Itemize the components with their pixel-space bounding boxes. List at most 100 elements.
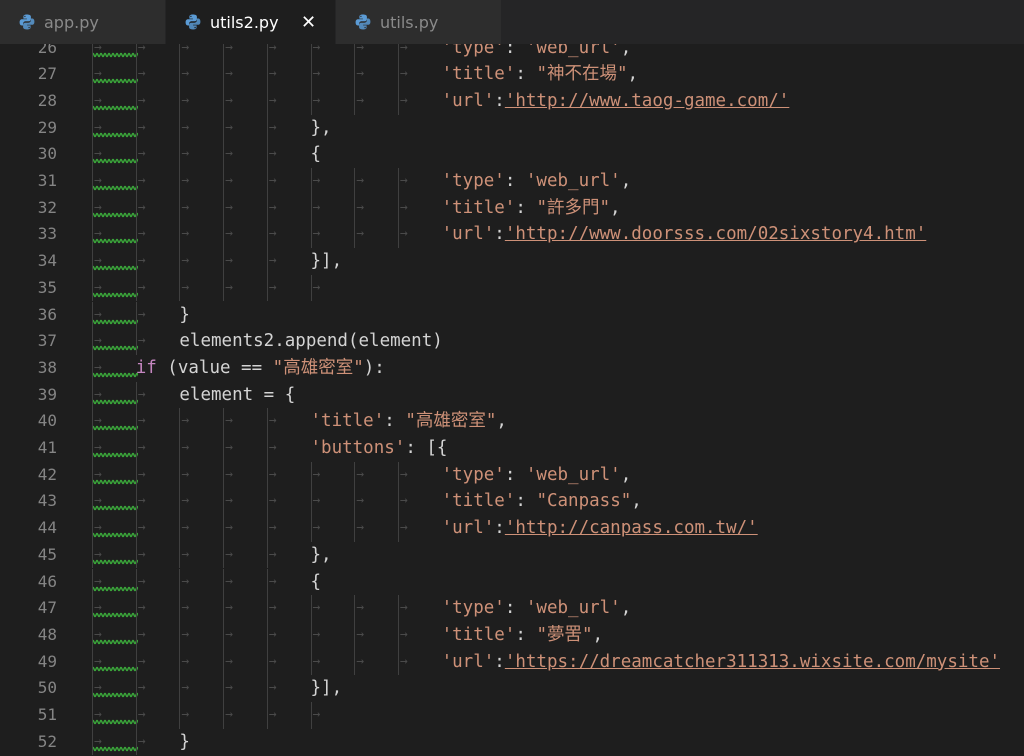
tab-arrow-icon: → [268,44,277,55]
code-line: 31 → → → → → → → → 'type': 'web_url', [0,168,1024,195]
indent-guide [266,702,268,729]
tab-arrow-icon: → [312,466,321,482]
indent-guide [135,61,137,88]
line-number: 47 [37,598,57,618]
code-token: : [494,90,505,111]
close-icon[interactable]: ✕ [301,12,317,33]
tab-arrow-icon: → [181,520,190,536]
code-text: 'type': 'web_url', [442,462,632,489]
tab-arrow-icon: → [312,66,321,82]
tab-arrow-icon: → [94,546,102,562]
indent-guide [92,621,93,649]
tab-arrow-icon: → [399,653,408,669]
indent-guide [310,702,312,729]
tab-arrow-icon: → [268,146,277,162]
code-token: "高雄密室" [272,357,364,378]
code-line: 43 → → → → → → → → 'title': "Canpass", [0,488,1024,516]
code-token: : [515,197,537,218]
indent-guide [266,568,268,596]
indent-guide [223,541,225,569]
code-text: if (value == "高雄密室"): [136,355,385,382]
tab-arrow-icon: → [312,493,321,509]
indent-guide [397,648,399,676]
tab-arrow-icon: → [94,733,102,749]
indent-guide [223,515,225,542]
line-number: 29 [37,117,57,137]
tab-arrow-icon: → [94,680,102,696]
tab-arrow-icon: → [356,520,365,536]
indent-guide [354,515,356,542]
tab-arrow-icon: → [268,253,277,269]
indent-guide [223,621,225,649]
tab-arrow-icon: → [268,493,277,509]
tab-arrow-icon: → [181,440,190,455]
tab-arrow-icon: → [181,466,190,482]
indent-guide [135,435,137,462]
tab-arrow-icon: → [399,626,408,642]
indent-guide [354,621,356,649]
indent-guide [135,621,137,649]
url-link[interactable]: 'http://canpass.com.tw/' [505,518,758,538]
code-token: }, [310,117,332,138]
indent-guide [179,194,181,222]
code-text: 'url':'https://dreamcatcher311313.wixsit… [442,649,1000,676]
code-line: 32 → → → → → → → → 'title': "許多門", [0,194,1024,222]
indent-guide [135,221,137,249]
code-line: 45 → → → → →}, [0,541,1024,569]
tab-arrow-icon: → [225,546,233,562]
indent-guide [223,461,225,489]
indent-guide [92,141,93,168]
indent-guide [179,541,181,569]
code-token: , [620,44,632,58]
indent-guide [135,44,137,62]
tab-arrow-icon: → [137,199,146,215]
indent-guide [179,595,181,622]
indent-guide [266,675,268,702]
tab-arrow-icon: → [137,66,146,82]
code-token: : [504,44,526,58]
url-link[interactable]: 'https://dreamcatcher311313.wixsite.com/… [505,652,1000,672]
code-token: 'type' [441,44,505,58]
tab-arrow-icon: → [181,707,190,722]
tab-arrow-icon: → [399,173,408,188]
tab-utils-py[interactable]: utils.py [336,0,502,44]
indent-guide [310,515,312,542]
code-token: 'title' [441,624,516,645]
tab-arrow-icon: → [181,413,190,429]
code-line: 29 → → → → →}, [0,114,1024,142]
indent-guide [223,168,225,195]
tab-arrow-icon: → [268,279,277,295]
tab-arrow-icon: → [225,626,233,642]
indent-guide [179,515,181,542]
code-line: 39 → → element = { [0,381,1024,409]
line-number: 39 [37,384,57,404]
indent-guide [397,621,399,649]
tab-app-py[interactable]: app.py [0,0,166,44]
line-number: 35 [37,277,57,297]
code-token: 'type' [441,598,505,619]
indent-guide [179,621,181,649]
python-icon [355,14,371,30]
line-number: 37 [37,331,57,351]
line-number: 52 [37,731,57,751]
tab-arrow-icon: → [137,520,146,536]
code-line: 34 → → → → →}], [0,248,1024,275]
tab-arrow-icon: → [137,707,146,722]
tab-arrow-icon: → [225,199,233,215]
tab-arrow-icon: → [94,466,102,482]
indent-guide [223,61,225,88]
line-number: 27 [37,64,57,84]
tab-arrow-icon: → [399,66,408,82]
tab-utils2-py[interactable]: utils2.py ✕ [166,0,336,44]
tab-arrow-icon: → [356,226,365,242]
url-link[interactable]: 'http://www.doorsss.com/02sixstory4.htm' [505,224,926,244]
code-line: 38 → if (value == "高雄密室"): [0,354,1024,382]
url-link[interactable]: 'http://www.taog-game.com/' [505,91,789,111]
tab-arrow-icon: → [137,600,146,616]
line-number: 45 [37,544,57,564]
tab-arrow-icon: → [225,92,233,108]
indent-guide [397,515,399,542]
indent-guide [179,274,181,302]
indent-guide [135,648,137,676]
code-editor[interactable]: 26 → → → → → → → → 'type': 'web_url', 27 → → → → → → → → 't… [0,44,1024,756]
